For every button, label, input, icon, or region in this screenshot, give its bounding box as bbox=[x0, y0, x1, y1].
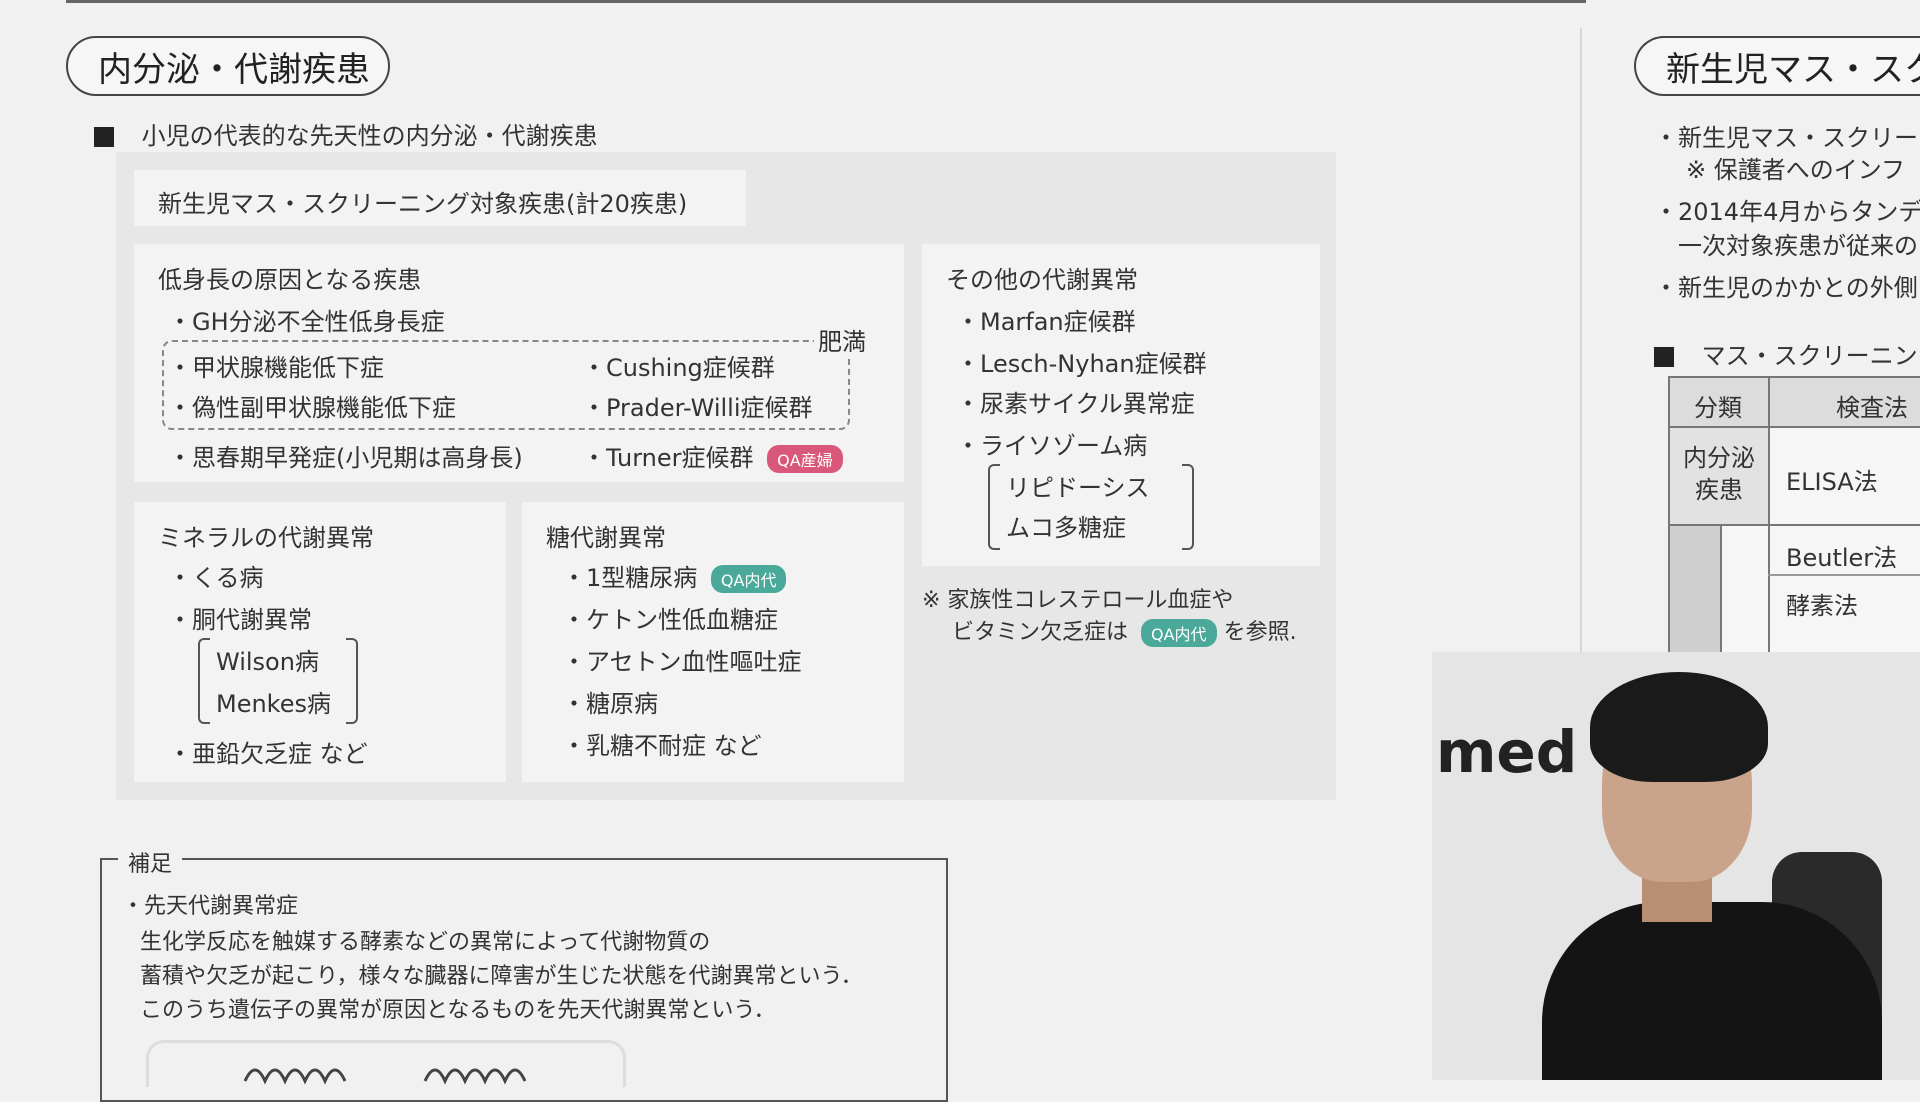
screening-label-card: 新生児マス・スクリーニング対象疾患(計20疾患) bbox=[134, 170, 746, 226]
note-line-2b: を参照. bbox=[1223, 620, 1297, 645]
note-line-1: ※ 家族性コレステロール血症や bbox=[922, 588, 1234, 613]
short-stature-card: 低身長の原因となる疾患 ・GH分泌不全性低身長症 肥満 ・甲状腺機能低下症 ・C… bbox=[134, 244, 904, 482]
table-row2-divider bbox=[1768, 574, 1920, 576]
section-title-endocrine: 内分泌・代謝疾患 bbox=[66, 36, 390, 96]
supplement-line-2: 蓄積や欠乏が起こり，様々な臓器に障害が生じた状態を代謝異常という． bbox=[140, 964, 863, 989]
short-stature-title: 低身長の原因となる疾患 bbox=[158, 266, 422, 294]
video-logo-text: med bbox=[1436, 718, 1578, 786]
item-acetonemic-vomiting: ・アセトン血性嘔吐症 bbox=[562, 648, 802, 676]
item-lactose-intolerance: ・乳糖不耐症 など bbox=[562, 732, 762, 760]
right-bullet-1: ・新生児マス・スクリー bbox=[1654, 124, 1918, 152]
item-cushing: ・Cushing症候群 bbox=[582, 354, 775, 382]
item-copper: ・胴代謝異常 bbox=[168, 606, 312, 634]
item-zinc: ・亜鉛欠乏症 など bbox=[168, 740, 368, 768]
right-section-title-text: 新生児マス・スク bbox=[1666, 49, 1920, 90]
item-rickets: ・くる病 bbox=[168, 564, 264, 592]
item-lipidosis: リピドーシス bbox=[1006, 474, 1150, 502]
table-row2-cat-bg bbox=[1670, 526, 1720, 668]
table-row1-category-text: 内分泌 疾患 bbox=[1683, 444, 1755, 504]
other-title: その他の代謝異常 bbox=[946, 266, 1138, 294]
supplement-line-1: 生化学反応を触媒する酵素などの異常によって代謝物質の bbox=[140, 930, 711, 955]
item-urea-cycle: ・尿素サイクル異常症 bbox=[956, 390, 1195, 418]
item-type1-dm-text: ・1型糖尿病 bbox=[562, 564, 698, 592]
item-gh: ・GH分泌不全性低身長症 bbox=[168, 308, 445, 336]
note-line-2a: ビタミン欠乏症は bbox=[952, 620, 1129, 645]
screening-label: 新生児マス・スクリーニング対象疾患(計20疾患) bbox=[158, 190, 688, 218]
right-bullet-5: ・新生児のかかとの外側 bbox=[1654, 274, 1918, 302]
item-pseudo-hypopara: ・偽性副甲状腺機能低下症 bbox=[168, 394, 456, 422]
main-heading-text: 小児の代表的な先天性の内分泌・代謝疾患 bbox=[141, 122, 598, 150]
mineral-card: ミネラルの代謝異常 ・くる病 ・胴代謝異常 Wilson病 Menkes病 ・亜… bbox=[134, 502, 506, 782]
item-wilson: Wilson病 bbox=[216, 648, 319, 676]
item-menkes: Menkes病 bbox=[216, 690, 331, 718]
item-glycogenosis: ・糖原病 bbox=[562, 690, 658, 718]
supplement-label: 補足 bbox=[118, 846, 183, 878]
item-thyroid: ・甲状腺機能低下症 bbox=[168, 354, 384, 382]
item-lysosomal: ・ライソゾーム病 bbox=[956, 432, 1148, 460]
other-metabolic-card: その他の代謝異常 ・Marfan症候群 ・Lesch-Nyhan症候群 ・尿素サ… bbox=[922, 244, 1320, 566]
item-mps: ムコ多糖症 bbox=[1006, 514, 1126, 542]
item-precocious-puberty: ・思春期早発症(小児期は高身長) bbox=[168, 444, 523, 472]
right-heading: マス・スクリーニン bbox=[1654, 336, 1918, 371]
item-turner: ・Turner症候群 QA産婦 bbox=[582, 438, 843, 473]
item-prader-willi: ・Prader-Willi症候群 bbox=[582, 394, 813, 422]
sugar-card: 糖代謝異常 ・1型糖尿病 QA内代 ・ケトン性低血糖症 ・アセトン血性嘔吐症 ・… bbox=[522, 502, 904, 782]
item-lesch-nyhan: ・Lesch-Nyhan症候群 bbox=[956, 350, 1207, 378]
bracket-right-2 bbox=[1182, 464, 1194, 550]
qa-tag-metabolic-note[interactable]: QA内代 bbox=[1141, 619, 1217, 647]
top-divider bbox=[66, 0, 1586, 3]
table-row2-method: Beutler法 bbox=[1786, 544, 1898, 572]
presenter-body bbox=[1542, 902, 1882, 1080]
main-heading: 小児の代表的な先天性の内分泌・代謝疾患 bbox=[94, 116, 598, 151]
item-marfan: ・Marfan症候群 bbox=[956, 308, 1136, 336]
bracket-right bbox=[346, 638, 358, 724]
right-bullet-4: 一次対象疾患が従来の bbox=[1678, 232, 1918, 260]
bracket-left bbox=[198, 638, 210, 724]
table-row3-method: 酵素法 bbox=[1786, 592, 1858, 620]
note-line-2: ビタミン欠乏症は QA内代 を参照. bbox=[952, 614, 1297, 647]
mineral-title: ミネラルの代謝異常 bbox=[158, 524, 374, 552]
bracket-left-2 bbox=[988, 464, 1000, 550]
screening-table: 分類 検査法 内分泌 疾患 ELISA法 Beutler法 酵素法 bbox=[1668, 376, 1920, 670]
coil-diagram-icon bbox=[243, 1068, 527, 1085]
table-header-category: 分類 bbox=[1694, 394, 1742, 422]
obesity-label: 肥満 bbox=[814, 322, 870, 357]
item-type1-dm: ・1型糖尿病 QA内代 bbox=[562, 558, 787, 593]
right-heading-text: マス・スクリーニン bbox=[1701, 342, 1918, 370]
square-bullet-icon-2 bbox=[1654, 347, 1674, 367]
supplement-title: ・先天代謝異常症 bbox=[122, 894, 299, 919]
section-title-newborn-screening: 新生児マス・スク bbox=[1634, 36, 1920, 96]
qa-tag-metabolic[interactable]: QA内代 bbox=[710, 565, 787, 593]
item-ketotic-hypoglycemia: ・ケトン性低血糖症 bbox=[562, 606, 778, 634]
qa-tag-obstetrics[interactable]: QA産婦 bbox=[767, 445, 843, 473]
presenter-video: med bbox=[1432, 652, 1920, 1080]
supplement-line-3: このうち遺伝子の異常が原因となるものを先天代謝異常という． bbox=[140, 998, 776, 1023]
table-header-method: 検査法 bbox=[1836, 394, 1908, 422]
item-turner-text: ・Turner症候群 bbox=[582, 444, 754, 472]
section-title-text: 内分泌・代謝疾患 bbox=[98, 49, 370, 90]
sugar-title: 糖代謝異常 bbox=[546, 524, 666, 552]
table-row1-category: 内分泌 疾患 bbox=[1678, 442, 1760, 506]
column-divider bbox=[1580, 28, 1582, 652]
right-bullet-3: ・2014年4月からタンデ bbox=[1654, 198, 1920, 226]
square-bullet-icon bbox=[94, 127, 114, 147]
table-row1-method: ELISA法 bbox=[1786, 468, 1878, 496]
table-subcol-divider bbox=[1720, 526, 1722, 668]
right-bullet-2: ※ 保護者へのインフ bbox=[1686, 156, 1906, 184]
table-col-divider bbox=[1768, 378, 1770, 668]
presenter-hair bbox=[1590, 672, 1768, 782]
